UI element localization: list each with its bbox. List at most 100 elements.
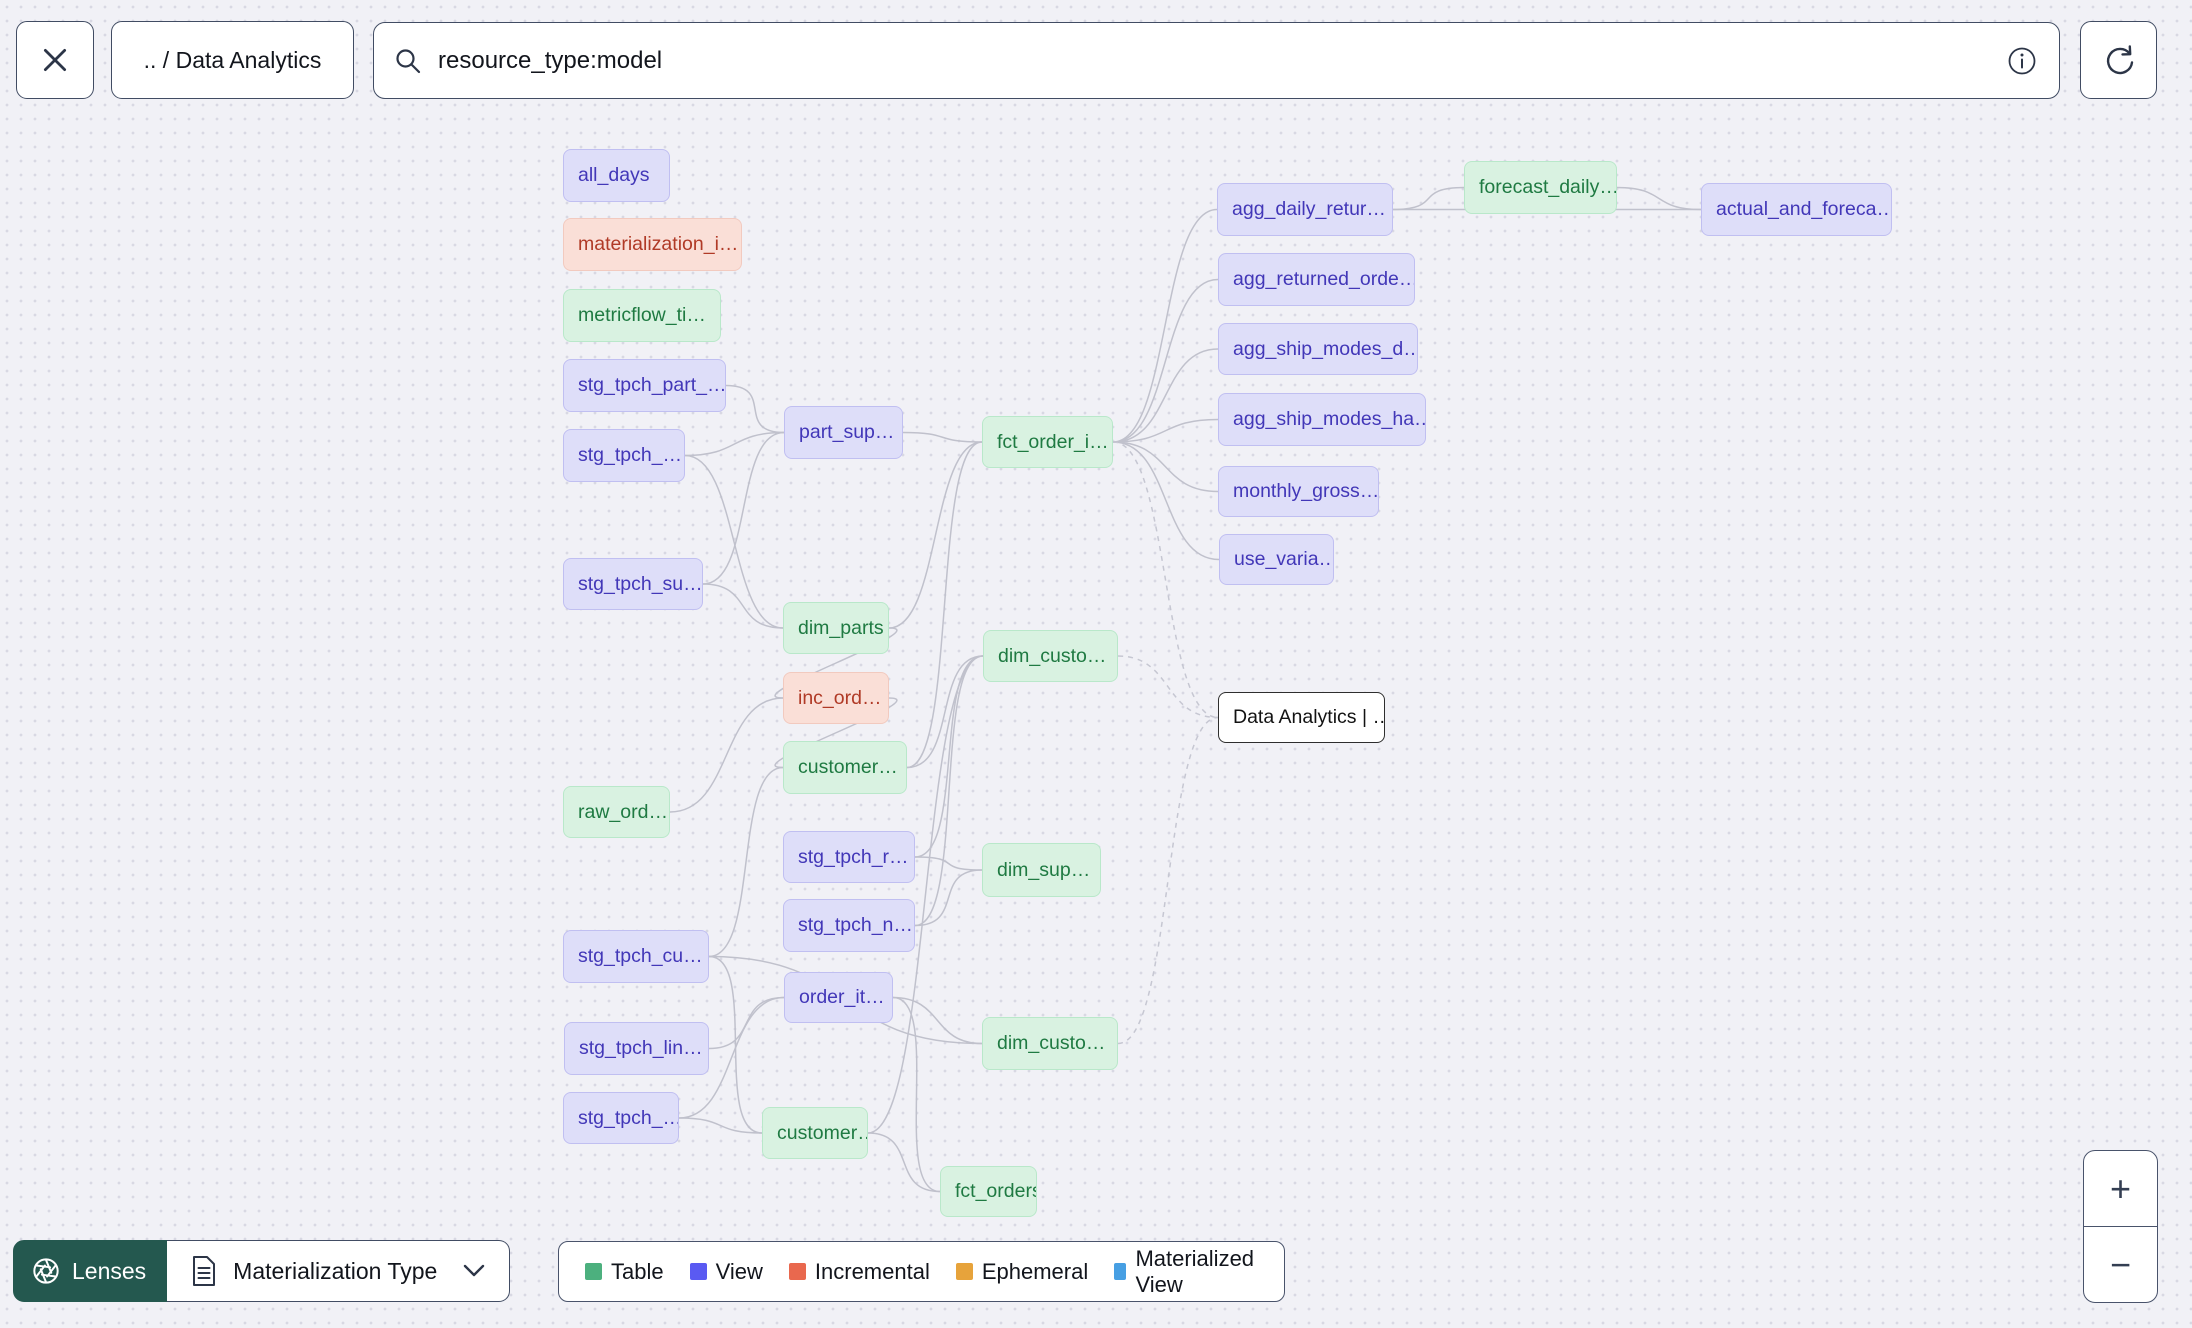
node-part_sup[interactable]: part_sup… [784, 406, 903, 459]
legend-label: View [715, 1258, 763, 1284]
zoom-controls: + − [2083, 1150, 2158, 1303]
node-dim_sup[interactable]: dim_sup… [982, 843, 1101, 897]
node-stg_tpch_cu[interactable]: stg_tpch_cu… [563, 930, 709, 983]
edge-dim_custo_a-data_analytics [1117, 655, 1219, 719]
legend-item: View [689, 1258, 763, 1285]
node-data_analytics[interactable]: Data Analytics | … [1218, 692, 1385, 743]
refresh-icon [2106, 45, 2133, 75]
node-actual_and_foreca[interactable]: actual_and_foreca… [1701, 183, 1892, 236]
legend-item: Materialized View [1114, 1246, 1259, 1298]
node-monthly_gross[interactable]: monthly_gross… [1218, 466, 1379, 517]
lens-controls: Lenses Materialization Type [13, 1240, 511, 1302]
breadcrumb[interactable]: .. / Data Analytics [111, 21, 354, 99]
info-icon[interactable] [2007, 46, 2037, 76]
node-stg_tpch_part[interactable]: stg_tpch_part_… [563, 359, 726, 412]
legend-label: Table [611, 1258, 664, 1284]
edge-fct_order_i-agg_ship_modes_d [1112, 348, 1219, 443]
refresh-button[interactable] [2080, 21, 2157, 99]
lens-selector-label: Materialization Type [233, 1257, 438, 1284]
edge-raw_ord-inc_ord [669, 697, 784, 813]
node-stg_tpch_b[interactable]: stg_tpch_… [563, 1092, 679, 1144]
node-order_it[interactable]: order_it… [784, 972, 893, 1023]
edge-fct_order_i-agg_returned_orde [1112, 278, 1219, 443]
node-stg_tpch_su[interactable]: stg_tpch_su… [563, 558, 703, 610]
edge-fct_order_i-monthly_gross [1112, 441, 1219, 493]
zoom-out-button[interactable]: − [2084, 1227, 2157, 1302]
close-icon [43, 48, 67, 72]
node-agg_ship_modes_ha[interactable]: agg_ship_modes_ha… [1218, 393, 1426, 446]
edge-stg_tpch_part-part_sup [725, 384, 785, 434]
edge-customer_b-dim_custo_a [867, 655, 984, 1134]
edge-order_it-fct_orders [892, 996, 941, 1193]
search-input[interactable] [438, 46, 2007, 75]
legend-item: Table [585, 1259, 664, 1285]
edge-fct_order_i-agg_daily_retur [1112, 208, 1218, 443]
lenses-button[interactable]: Lenses [13, 1240, 168, 1302]
document-icon [193, 1256, 216, 1286]
legend-label: Materialized View [1135, 1245, 1255, 1297]
node-use_varia[interactable]: use_varia… [1219, 534, 1334, 585]
legend-swatch [788, 1263, 806, 1280]
edge-customer_a-fct_order_i [906, 441, 983, 769]
edge-stg_tpch_n-dim_custo_a [914, 655, 984, 927]
edge-stg_tpch_su-dim_parts [702, 583, 784, 629]
edge-customer_a-dim_custo_a [906, 655, 984, 769]
edge-stg_tpch_su-part_sup [702, 431, 785, 585]
edge-stg_tpch_cu-customer_b [708, 955, 763, 1134]
chevron-down-icon [464, 1264, 485, 1277]
legend-item: Ephemeral [955, 1258, 1089, 1285]
node-stg_tpch_r[interactable]: stg_tpch_r… [783, 831, 915, 883]
node-agg_ship_modes_d[interactable]: agg_ship_modes_d… [1218, 323, 1418, 375]
node-metricflow_ti[interactable]: metricflow_ti… [563, 289, 721, 342]
edge-part_sup-fct_order_i [902, 431, 983, 443]
node-materialization_i[interactable]: materialization_i… [563, 218, 742, 271]
edge-fct_order_i-agg_ship_modes_ha [1112, 418, 1219, 443]
edge-customer_b-fct_orders [867, 1132, 941, 1193]
node-inc_ord[interactable]: inc_ord… [783, 672, 889, 724]
close-button[interactable] [16, 21, 94, 99]
legend-swatch [955, 1263, 973, 1280]
edge-stg_tpch_r-dim_custo_a [914, 655, 984, 858]
edge-dim_parts-fct_order_i [888, 441, 983, 629]
legend-swatch [585, 1263, 602, 1280]
edge-agg_daily_retur-forecast_daily [1392, 186, 1465, 211]
node-customer_b[interactable]: customer… [762, 1107, 868, 1159]
search-bar[interactable] [373, 22, 2060, 99]
breadcrumb-label: .. / Data Analytics [143, 46, 322, 73]
lenses-button-label: Lenses [72, 1257, 147, 1284]
node-fct_orders[interactable]: fct_orders [940, 1166, 1037, 1217]
lens-selector[interactable]: Materialization Type [167, 1240, 511, 1302]
legend-item: Incremental [788, 1258, 930, 1285]
edge-dim_custo_b-data_analytics [1117, 716, 1219, 1045]
materialization-legend: Table View Incremental Ephemeral Materialize… [558, 1241, 1285, 1302]
node-raw_ord[interactable]: raw_ord… [563, 786, 670, 838]
edge-stg_tpch_a-part_sup [684, 431, 785, 457]
edge-fct_order_i-data_analytics [1112, 441, 1219, 719]
edge-stg_tpch_r-dim_sup [914, 856, 983, 871]
edge-stg_tpch_b-customer_b [678, 1117, 763, 1134]
search-icon [396, 48, 421, 73]
node-stg_tpch_a[interactable]: stg_tpch_… [563, 429, 685, 482]
node-fct_order_i[interactable]: fct_order_i… [982, 416, 1113, 468]
node-all_days[interactable]: all_days [563, 149, 670, 202]
edge-order_it-dim_custo_b [892, 996, 983, 1045]
node-dim_parts[interactable]: dim_parts [783, 602, 889, 654]
edge-fct_order_i-use_varia [1112, 441, 1220, 561]
edge-stg_tpch_lin-order_it [708, 996, 785, 1050]
zoom-in-button[interactable]: + [2084, 1151, 2157, 1227]
node-customer_a[interactable]: customer… [783, 741, 907, 794]
node-dim_custo_a[interactable]: dim_custo… [983, 630, 1118, 682]
edge-forecast_daily-actual_and_foreca [1616, 186, 1702, 211]
edge-stg_tpch_cu-customer_a [708, 766, 784, 958]
node-stg_tpch_n[interactable]: stg_tpch_n… [783, 899, 915, 952]
node-agg_daily_retur[interactable]: agg_daily_retur… [1217, 183, 1393, 236]
legend-swatch [689, 1263, 707, 1280]
legend-swatch [1114, 1263, 1127, 1280]
node-dim_custo_b[interactable]: dim_custo… [982, 1017, 1118, 1070]
legend-label: Ephemeral [981, 1258, 1089, 1284]
node-stg_tpch_lin[interactable]: stg_tpch_lin… [564, 1022, 709, 1075]
edge-stg_tpch_n-dim_sup [914, 869, 983, 927]
legend-label: Incremental [814, 1258, 930, 1284]
node-agg_returned_orde[interactable]: agg_returned_orde… [1218, 253, 1415, 306]
node-forecast_daily[interactable]: forecast_daily… [1464, 161, 1617, 214]
